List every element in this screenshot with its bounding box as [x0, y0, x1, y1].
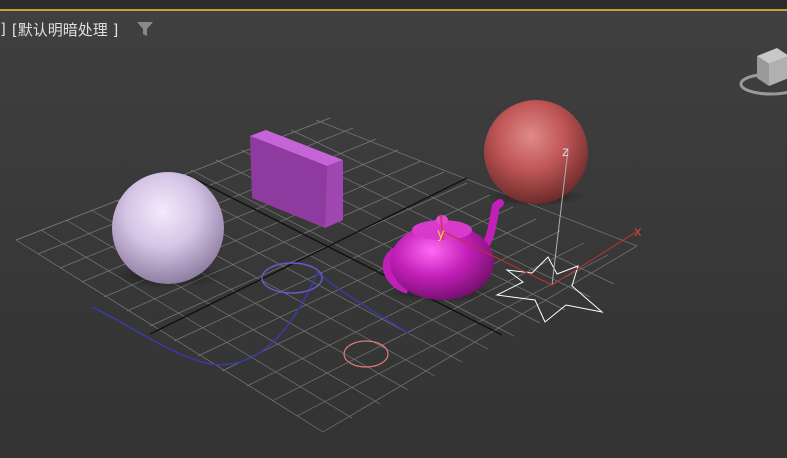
circle-pink: [343, 340, 389, 368]
circle-blue: [261, 262, 323, 294]
sphere-red: [484, 100, 588, 204]
viewcube-icon[interactable]: [737, 40, 787, 110]
star-shape: [495, 256, 604, 323]
scene-canvas[interactable]: z x y: [0, 0, 787, 458]
sphere-lavender: [112, 172, 224, 284]
box-magenta: [250, 130, 343, 228]
axis-y-label: y: [437, 227, 445, 242]
perspective-viewport[interactable]: ] [默认明暗处理 ] z x y: [0, 0, 787, 458]
axis-x-label: x: [634, 225, 642, 240]
axis-z-label: z: [562, 145, 569, 160]
